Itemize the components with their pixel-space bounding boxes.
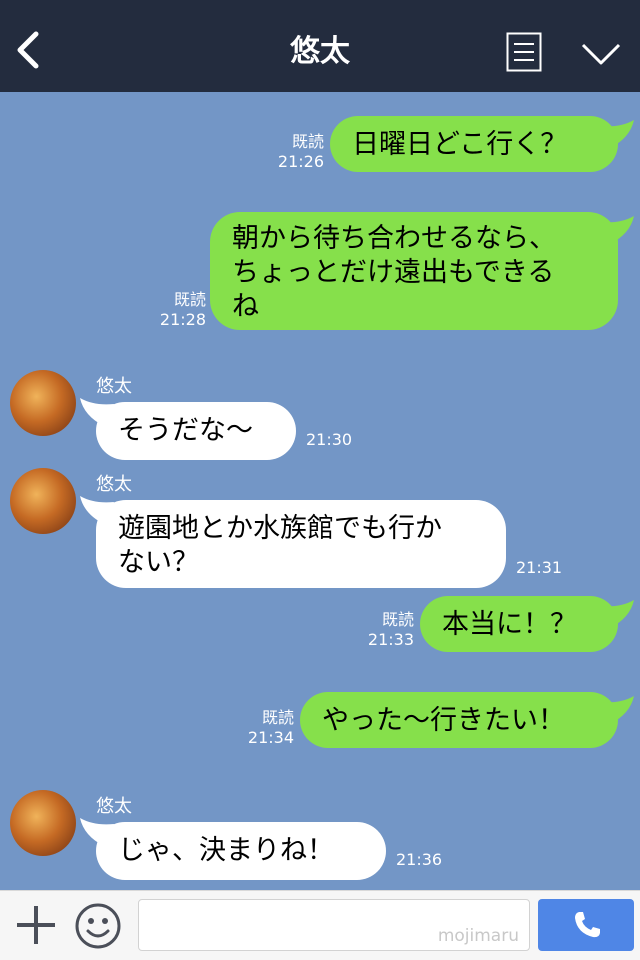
- sent-message[interactable]: 本当に！？: [420, 596, 618, 652]
- read-receipt: 既読: [173, 290, 206, 309]
- plus-icon[interactable]: [14, 903, 58, 947]
- received-message[interactable]: 遊園地とか水族館でも行か ない？: [96, 500, 506, 588]
- message-time: 21:34: [247, 728, 294, 747]
- contact-avatar[interactable]: [10, 468, 76, 534]
- message-time: 21:36: [396, 850, 443, 869]
- message-meta: 既読 21:28: [150, 290, 206, 330]
- sender-name: 悠太: [96, 376, 132, 397]
- message-text: 本当に！？: [442, 609, 577, 640]
- message-time: 21:30: [306, 430, 353, 449]
- message-text-line: ない？: [118, 547, 199, 578]
- read-receipt: 既読: [381, 610, 414, 629]
- read-receipt: 既読: [291, 132, 324, 151]
- message-text-line: 遊園地とか水族館でも行か: [118, 513, 442, 544]
- menu-icon[interactable]: [506, 32, 542, 72]
- received-message[interactable]: じゃ、決まりね！: [96, 822, 386, 880]
- phone-icon: [575, 912, 600, 938]
- header-bar: 悠太: [0, 0, 640, 92]
- received-message[interactable]: そうだな〜: [96, 402, 296, 460]
- message-text-line: 朝から待ち合わせるなら、: [232, 223, 556, 254]
- sender-name: 悠太: [96, 474, 132, 495]
- smile-icon[interactable]: [74, 902, 122, 950]
- message-time: 21:26: [277, 152, 324, 171]
- message-time: 21:31: [516, 558, 563, 577]
- message-text: やった〜行きたい！: [322, 705, 565, 736]
- bubble-tail: [600, 216, 634, 244]
- bubble-tail: [600, 696, 634, 724]
- watermark: mojimaru: [437, 926, 519, 946]
- chat-area[interactable]: 既読 21:26 日曜日どこ行く？ 既読 21:28 朝から待ち合わせるなら、 …: [0, 92, 640, 890]
- sender-name: 悠太: [96, 796, 132, 817]
- bubble-tail: [600, 600, 634, 628]
- sent-message[interactable]: やった〜行きたい！: [300, 692, 618, 748]
- contact-avatar[interactable]: [10, 370, 76, 436]
- message-meta: 既読 21:34: [238, 708, 294, 748]
- bubble-tail: [600, 120, 634, 148]
- sent-message[interactable]: 朝から待ち合わせるなら、 ちょっとだけ遠出もできる ね: [210, 212, 618, 330]
- chat-title: 悠太: [290, 34, 350, 69]
- message-time: 21:33: [367, 630, 414, 649]
- chevron-down-icon[interactable]: [580, 40, 622, 68]
- sent-message[interactable]: 日曜日どこ行く？: [330, 116, 618, 172]
- message-text: 日曜日どこ行く？: [352, 129, 568, 160]
- message-input[interactable]: mojimaru: [138, 899, 530, 951]
- input-bar: mojimaru: [0, 890, 640, 960]
- contact-avatar[interactable]: [10, 790, 76, 856]
- message-text-line: ちょっとだけ遠出もできる: [232, 257, 555, 288]
- message-meta: 既読 21:26: [268, 132, 324, 172]
- message-text-line: ね: [232, 291, 259, 322]
- read-receipt: 既読: [261, 708, 294, 727]
- message-text: じゃ、決まりね！: [118, 835, 334, 866]
- message-text: そうだな〜: [118, 415, 253, 446]
- call-button[interactable]: [538, 899, 634, 951]
- message-meta: 既読 21:33: [358, 610, 414, 650]
- message-time: 21:28: [159, 310, 206, 329]
